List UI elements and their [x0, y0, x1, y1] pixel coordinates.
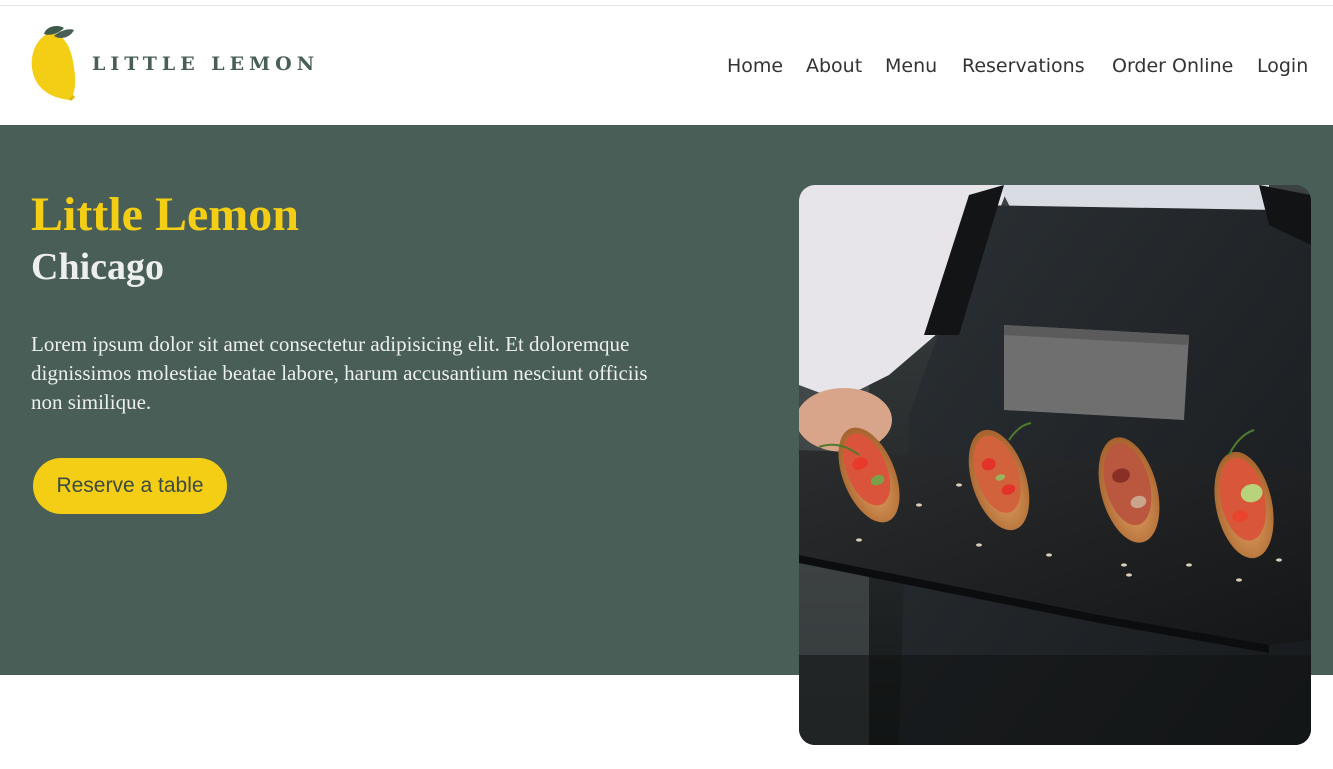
hero-description: Lorem ipsum dolor sit amet consectetur a…	[31, 332, 648, 414]
top-border	[0, 5, 1333, 6]
hero-title: Little Lemon	[31, 188, 299, 241]
nav-about[interactable]: About	[806, 54, 862, 78]
hero-image	[799, 185, 1311, 745]
nav-home[interactable]: Home	[727, 54, 783, 78]
nav-menu[interactable]: Menu	[885, 54, 937, 78]
logo[interactable]: LITTLE LEMON	[28, 24, 318, 104]
nav-order-online[interactable]: Order Online	[1112, 54, 1233, 78]
lemon-icon	[31, 26, 76, 102]
reserve-table-button[interactable]: Reserve a table	[33, 458, 227, 514]
nav-login[interactable]: Login	[1257, 54, 1308, 78]
logo-text: LITTLE LEMON	[92, 53, 320, 75]
hero-subtitle: Chicago	[31, 246, 164, 288]
nav-reservations[interactable]: Reservations	[962, 54, 1085, 78]
